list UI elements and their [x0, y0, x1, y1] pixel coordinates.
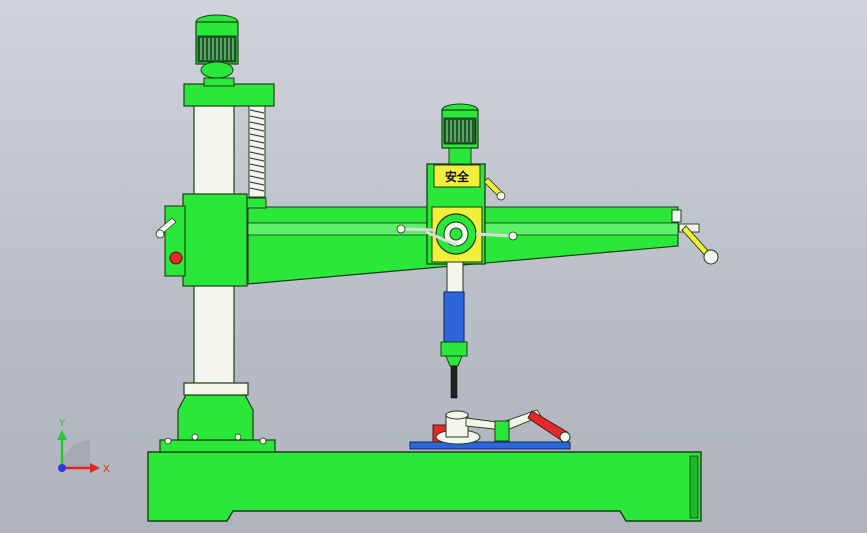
column-foot-plate [159, 439, 276, 453]
carriage-side-plate [164, 205, 186, 277]
axis-triad: Y X [57, 418, 110, 475]
spindle-quill [443, 291, 465, 345]
head-motor [441, 103, 479, 165]
column-foot-cone [177, 394, 254, 441]
head-motor-neck [448, 147, 472, 165]
x-axis-arrowhead [90, 463, 100, 473]
z-axis-dot [58, 464, 66, 472]
y-axis-arrowhead [57, 430, 67, 440]
base-plate [147, 451, 702, 522]
arm-crank-knob[interactable] [703, 249, 719, 265]
carriage-sleeve [182, 193, 248, 287]
spindle-sleeve [446, 261, 464, 295]
column-lower [193, 281, 235, 387]
table-plate [409, 441, 571, 450]
column-cap [183, 83, 275, 107]
carriage-red-button[interactable] [169, 251, 183, 265]
base-edge-shade [689, 455, 699, 519]
column-carriage [155, 193, 248, 287]
vise-handle-knob[interactable] [559, 431, 571, 443]
spindle [440, 291, 468, 399]
column-cap-neck [203, 77, 235, 87]
head-badge-text: 安全 [445, 169, 470, 184]
drill-press-drawing: 安全 Y X [57, 14, 719, 522]
arm-end-cap [671, 209, 682, 223]
lift-screw [248, 103, 266, 198]
drill-bit [450, 365, 458, 399]
machine-base [147, 394, 702, 522]
x-axis-label: X [103, 464, 110, 475]
drill-chuck [440, 341, 468, 357]
chuck-nose [445, 355, 463, 367]
cad-viewport[interactable]: 安全 Y X [0, 0, 867, 533]
column-ring [183, 382, 249, 396]
worktable [409, 409, 571, 450]
column-upper [193, 103, 235, 198]
vise-post [494, 420, 510, 442]
vise-top [445, 410, 469, 420]
y-axis-label: Y [58, 418, 66, 429]
column-motor [195, 14, 239, 79]
